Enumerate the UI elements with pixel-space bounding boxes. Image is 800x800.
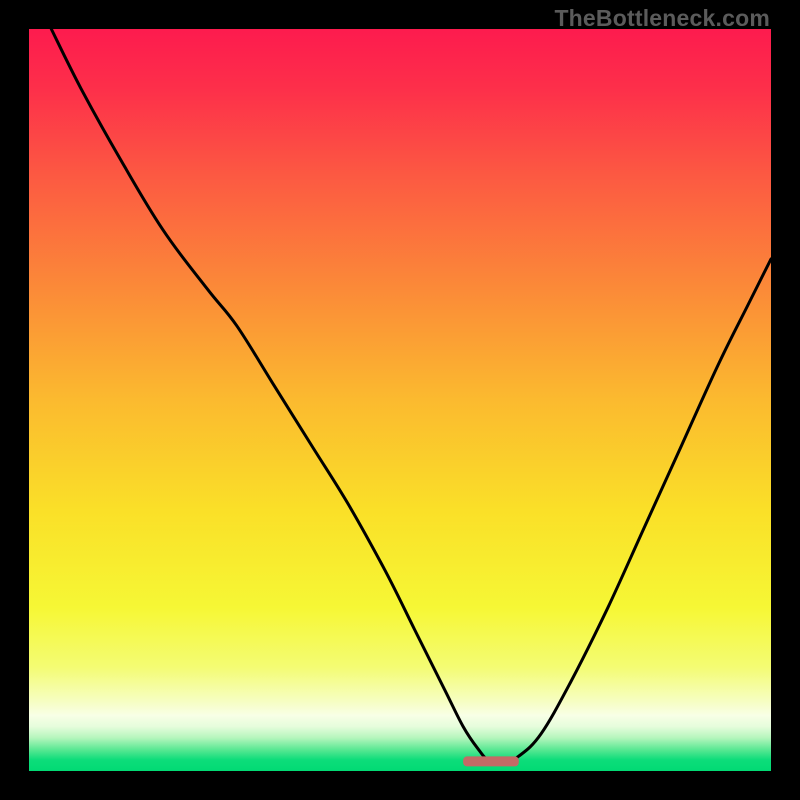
chart-svg [29, 29, 771, 771]
chart-frame: TheBottleneck.com [0, 0, 800, 800]
optimal-marker [463, 756, 519, 766]
bottleneck-curve [51, 29, 771, 763]
watermark-text: TheBottleneck.com [554, 5, 770, 32]
plot-area [29, 29, 771, 771]
